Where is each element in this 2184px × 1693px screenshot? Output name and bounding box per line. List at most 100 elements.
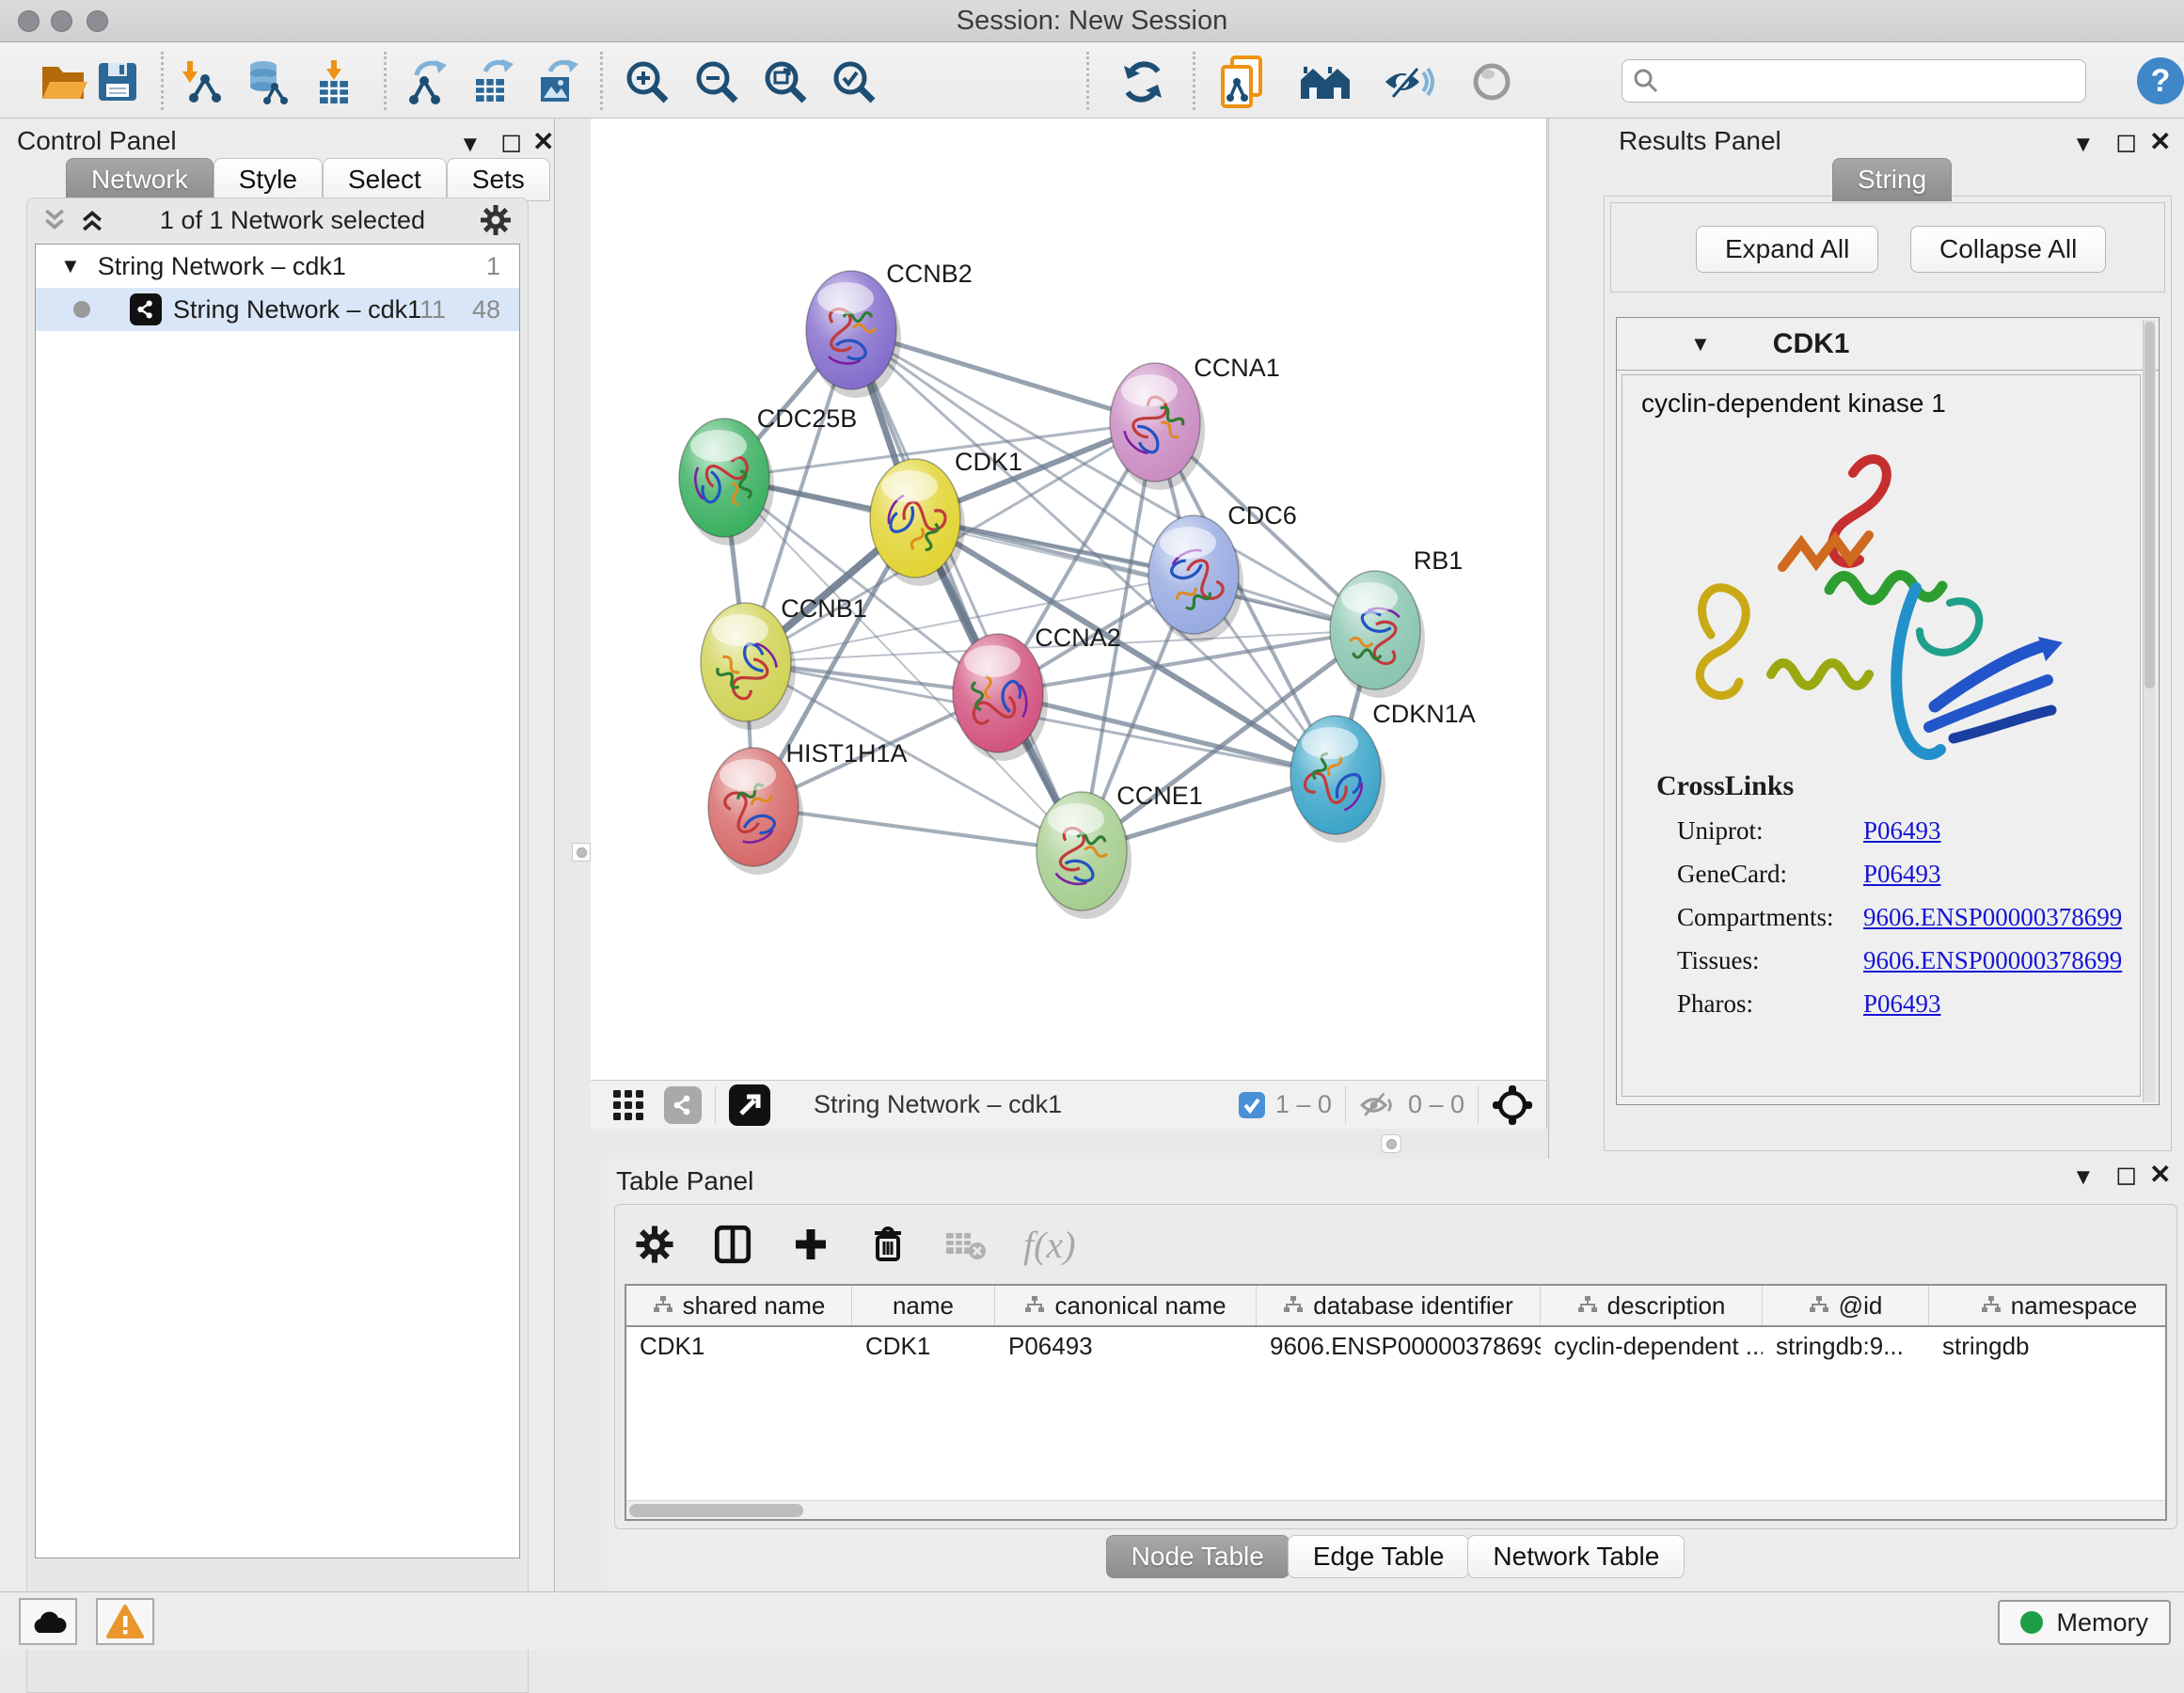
window-minimize-button[interactable] — [51, 10, 72, 32]
network-node-CCNA2[interactable]: CCNA2 — [953, 624, 1121, 761]
show-columns-icon[interactable] — [711, 1223, 754, 1266]
control-panel-menu-icon[interactable]: ▼ — [459, 132, 482, 158]
tab-style[interactable]: Style — [214, 158, 323, 201]
clone-network-button[interactable] — [1218, 55, 1271, 108]
results-scrollbar-thumb[interactable] — [2144, 322, 2155, 688]
column-header-namespace[interactable]: namespace — [1929, 1286, 2167, 1325]
save-session-button[interactable] — [91, 55, 144, 108]
add-column-icon[interactable] — [790, 1224, 831, 1265]
column-header-name[interactable]: name — [852, 1286, 995, 1325]
column-header-database-identifier[interactable]: database identifier — [1257, 1286, 1541, 1325]
string-network-graph[interactable]: CCNB2CCNA1CDC25BCDK1CDC6RB1CCNB1CCNA2CDK… — [591, 119, 1547, 1080]
column-header-canonical-name[interactable]: canonical name — [995, 1286, 1257, 1325]
collapse-all-button[interactable]: Collapse All — [1910, 226, 2106, 273]
network-share-view-icon[interactable] — [664, 1086, 702, 1124]
open-session-button[interactable] — [38, 55, 90, 108]
crosslink-link[interactable]: P06493 — [1863, 816, 1941, 846]
import-network-file-button[interactable] — [174, 55, 227, 108]
column-header-description[interactable]: description — [1541, 1286, 1763, 1325]
network-node-HIST1H1A[interactable]: HIST1H1A — [708, 739, 908, 875]
export-image-button[interactable] — [530, 55, 583, 108]
tab-edge-table[interactable]: Edge Table — [1288, 1535, 1470, 1578]
table-horizontal-scrollbar[interactable] — [626, 1500, 2165, 1519]
import-network-database-button[interactable] — [240, 55, 293, 108]
fit-selection-crosshair-icon[interactable] — [1492, 1084, 1533, 1126]
export-table-button[interactable] — [466, 55, 518, 108]
cell--id[interactable]: stringdb:9... — [1763, 1332, 1929, 1361]
cell-namespace[interactable]: stringdb — [1929, 1332, 2167, 1361]
network-node-CDK1[interactable]: CDK1 — [870, 448, 1022, 586]
control-panel-close-icon[interactable]: ✕ — [532, 126, 554, 157]
expand-all-button[interactable]: Expand All — [1696, 226, 1878, 273]
network-node-RB1[interactable]: RB1 — [1330, 546, 1463, 698]
neighborhood-button[interactable] — [1299, 55, 1352, 108]
window-zoom-button[interactable] — [87, 10, 108, 32]
birdseye-toggle-icon[interactable] — [729, 1084, 770, 1126]
tree-expander-icon[interactable]: ▼ — [60, 254, 81, 278]
search-input[interactable] — [1660, 67, 2065, 96]
cell-canonical-name[interactable]: P06493 — [995, 1332, 1257, 1361]
table-row[interactable]: CDK1CDK1P064939606.ENSP00000378699cyclin… — [626, 1327, 2165, 1365]
memory-button[interactable]: Memory — [1998, 1600, 2171, 1645]
network-row[interactable]: String Network – cdk1 11 48 — [36, 288, 519, 331]
horizontal-splitter-handle[interactable] — [1381, 1134, 1401, 1153]
delete-column-trash-icon[interactable] — [867, 1224, 909, 1265]
network-node-CCNB2[interactable]: CCNB2 — [806, 260, 973, 398]
hide-selected-button[interactable] — [1383, 55, 1435, 108]
network-collection-row[interactable]: ▼ String Network – cdk1 1 — [36, 245, 519, 288]
tab-string[interactable]: String — [1832, 158, 1952, 201]
control-panel-float-icon[interactable]: ◻ — [500, 126, 522, 157]
zoom-in-button[interactable] — [621, 55, 673, 108]
network-edge-CCNB2-CCNE1[interactable] — [851, 330, 1082, 851]
network-canvas[interactable]: CCNB2CCNA1CDC25BCDK1CDC6RB1CCNB1CCNA2CDK… — [591, 119, 1547, 1080]
hidden-eye-icon[interactable] — [1359, 1089, 1399, 1121]
results-panel-close-icon[interactable]: ✕ — [2149, 126, 2171, 157]
tab-network-table[interactable]: Network Table — [1467, 1535, 1685, 1578]
export-network-button[interactable] — [401, 55, 453, 108]
cell-database-identifier[interactable]: 9606.ENSP00000378699 — [1257, 1332, 1541, 1361]
search-field[interactable] — [1622, 59, 2086, 103]
show-all-button[interactable] — [1465, 55, 1518, 108]
results-panel-menu-icon[interactable]: ▼ — [2072, 132, 2095, 158]
table-scrollbar-thumb[interactable] — [629, 1504, 803, 1517]
gear-icon[interactable] — [479, 203, 513, 237]
results-scrollbar[interactable] — [2143, 320, 2156, 1102]
entry-expander-icon[interactable]: ▼ — [1690, 332, 1711, 356]
cell-description[interactable]: cyclin-dependent ... — [1541, 1332, 1763, 1361]
cell-name[interactable]: CDK1 — [852, 1332, 995, 1361]
crosslink-link[interactable]: P06493 — [1863, 860, 1941, 889]
network-node-CCNE1[interactable]: CCNE1 — [1037, 782, 1203, 919]
tab-network[interactable]: Network — [66, 158, 214, 201]
tab-sets[interactable]: Sets — [447, 158, 550, 201]
results-panel-float-icon[interactable]: ◻ — [2115, 126, 2137, 157]
protein-entry-header[interactable]: ▼ CDK1 — [1617, 318, 2159, 371]
help-button[interactable]: ? — [2137, 57, 2184, 104]
crosslink-link[interactable]: 9606.ENSP00000378699 — [1863, 903, 2122, 932]
table-panel-float-icon[interactable]: ◻ — [2115, 1159, 2137, 1190]
tab-node-table[interactable]: Node Table — [1106, 1535, 1290, 1578]
network-node-CCNA1[interactable]: CCNA1 — [1110, 354, 1280, 490]
network-node-CDKN1A[interactable]: CDKN1A — [1290, 700, 1476, 843]
expand-all-icon[interactable] — [78, 206, 106, 234]
cloud-button[interactable] — [19, 1598, 77, 1645]
network-node-CCNB1[interactable]: CCNB1 — [701, 594, 867, 730]
crosslink-link[interactable]: 9606.ENSP00000378699 — [1863, 946, 2122, 975]
collapse-all-icon[interactable] — [40, 206, 69, 234]
cell-shared-name[interactable]: CDK1 — [626, 1332, 852, 1361]
crosslink-link[interactable]: P06493 — [1863, 989, 1941, 1019]
tab-select[interactable]: Select — [323, 158, 447, 201]
table-panel-close-icon[interactable]: ✕ — [2149, 1159, 2171, 1190]
zoom-out-button[interactable] — [690, 55, 743, 108]
table-panel-menu-icon[interactable]: ▼ — [2072, 1164, 2095, 1191]
grid-view-icon[interactable] — [611, 1088, 645, 1122]
column-header-shared-name[interactable]: shared name — [626, 1286, 852, 1325]
zoom-fit-button[interactable] — [759, 55, 812, 108]
import-table-file-button[interactable] — [308, 55, 360, 108]
zoom-selected-button[interactable] — [828, 55, 880, 108]
table-settings-gear-icon[interactable] — [634, 1224, 675, 1265]
warnings-button[interactable] — [96, 1598, 154, 1645]
left-splitter-handle[interactable] — [572, 843, 591, 862]
column-header--id[interactable]: @id — [1763, 1286, 1929, 1325]
apply-layout-button[interactable] — [1117, 55, 1170, 108]
window-close-button[interactable] — [18, 10, 40, 32]
